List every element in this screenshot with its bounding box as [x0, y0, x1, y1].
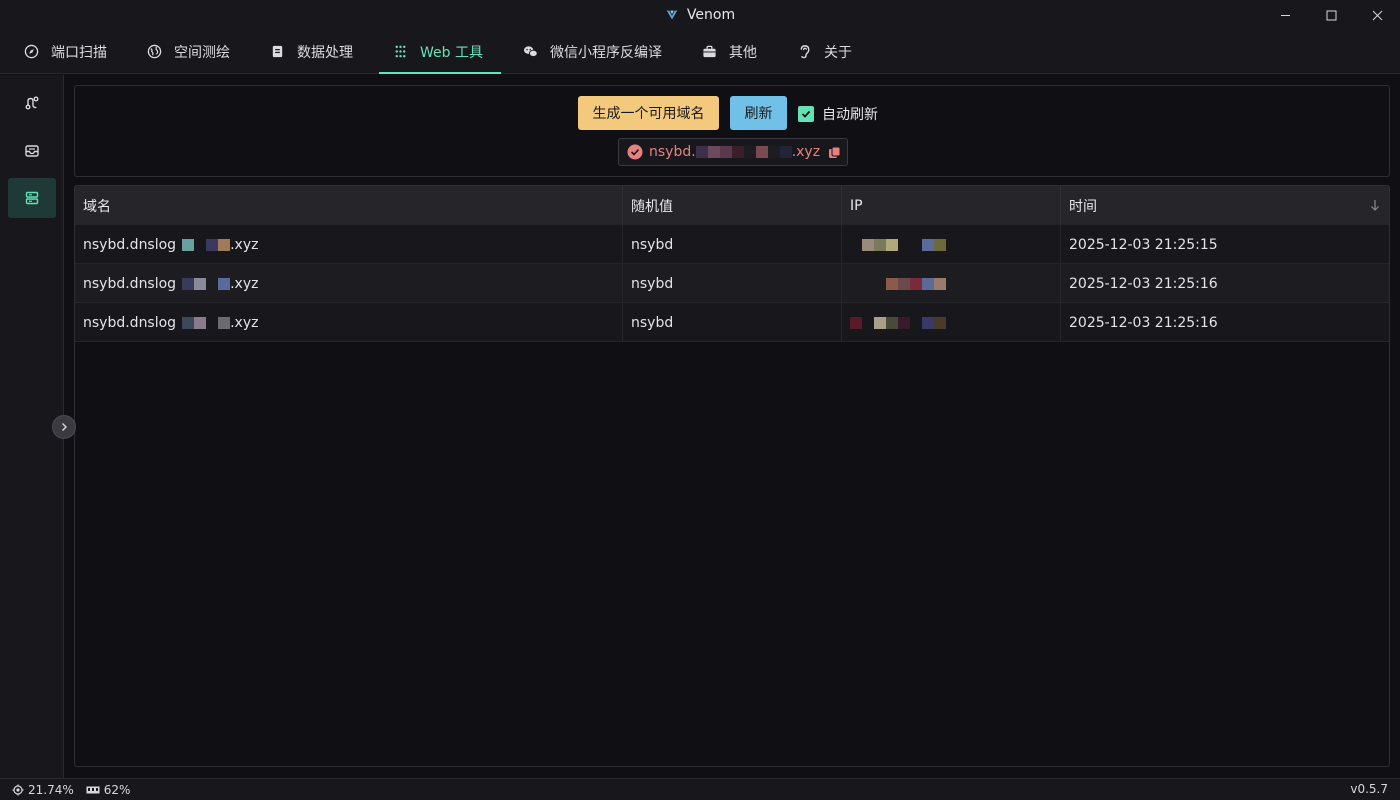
cell-random: nsybd: [623, 303, 842, 342]
menu-item-label: 端口扫描: [51, 44, 107, 61]
cell-domain: nsybd.dnslog .xyz: [75, 303, 623, 342]
memory-usage-value: 62%: [103, 782, 131, 797]
cell-domain: nsybd.dnslog .xyz: [75, 225, 623, 264]
current-domain-tag: nsybd. .xyz: [618, 138, 848, 166]
redacted-value: [695, 146, 792, 158]
redacted-value: [886, 277, 946, 290]
table-body: nsybd.dnslog .xyz nsybd 2025-12-03 21:25…: [75, 225, 1389, 342]
column-header-time-label: 时间: [1069, 198, 1097, 215]
table-row[interactable]: nsybd.dnslog .xyz nsybd 2025-12-03 21:25…: [75, 303, 1389, 342]
domain-prefix: nsybd.dnslog: [83, 314, 177, 331]
menu-item-about[interactable]: 关于: [783, 30, 870, 73]
cell-time: 2025-12-03 21:25:16: [1069, 314, 1218, 331]
grid-dots-icon: [395, 45, 406, 58]
close-button[interactable]: [1354, 0, 1400, 30]
auto-refresh-checkbox[interactable]: [798, 106, 814, 122]
compass-icon: [24, 44, 39, 59]
cell-domain: nsybd.dnslog .xyz: [75, 264, 623, 303]
menu-item-space-mapping[interactable]: 空间测绘: [133, 30, 248, 73]
column-header-random[interactable]: 随机值: [623, 186, 842, 225]
close-icon: [1372, 10, 1382, 20]
venom-logo-icon: [666, 10, 678, 20]
sidebar-item-server[interactable]: [8, 178, 56, 218]
menu-item-label: Web 工具: [420, 44, 483, 61]
menu-item-data-processing[interactable]: 数据处理: [256, 30, 371, 73]
auto-refresh-label: 自动刷新: [822, 107, 878, 123]
ear-icon: [800, 45, 810, 59]
redacted-value: [182, 238, 231, 251]
cpu-usage-value: 21.74%: [28, 782, 74, 797]
domain-suffix: .xyz: [230, 275, 259, 292]
briefcase-icon: [703, 45, 716, 58]
domain-suffix: .xyz: [230, 314, 259, 331]
wechat-icon: [523, 46, 538, 58]
cell-time: 2025-12-03 21:25:15: [1069, 236, 1218, 253]
check-circle-icon: [627, 144, 643, 160]
current-domain-suffix: .xyz: [791, 144, 821, 160]
sort-descending-icon[interactable]: [1369, 199, 1381, 211]
auto-refresh-toggle[interactable]: 自动刷新: [798, 104, 878, 124]
menu-item-label: 关于: [823, 44, 852, 61]
route-icon: [25, 96, 39, 110]
column-header-domain[interactable]: 域名: [75, 186, 623, 225]
column-header-ip[interactable]: IP: [842, 186, 1061, 225]
dnslog-records-table: 域名 随机值 IP 时间 nsybd.dnslog .xyz nsybd 202…: [74, 185, 1390, 767]
checkmark-icon: [801, 110, 811, 118]
minimize-icon: [1280, 14, 1290, 16]
table-header: 域名 随机值 IP 时间: [75, 186, 1389, 225]
redacted-value: [182, 277, 231, 290]
domain-prefix: nsybd.dnslog: [83, 236, 177, 253]
copy-icon[interactable]: [828, 146, 841, 159]
menu-item-label: 微信小程序反编译: [549, 44, 662, 61]
window-controls: [1262, 0, 1400, 30]
table-row[interactable]: nsybd.dnslog .xyz nsybd 2025-12-03 21:25…: [75, 225, 1389, 264]
menu-item-label: 空间测绘: [174, 44, 230, 61]
dnslog-control-panel: 生成一个可用域名 刷新 自动刷新 nsybd. .xyz: [74, 85, 1390, 177]
menu-item-wechat-decompile[interactable]: 微信小程序反编译: [509, 30, 680, 73]
cpu-icon: [12, 784, 24, 795]
memory-icon: [86, 786, 100, 793]
cell-random: nsybd: [623, 264, 842, 303]
globe-icon: [147, 44, 162, 59]
cell-random: nsybd: [623, 225, 842, 264]
redacted-value: [182, 316, 231, 329]
sidebar-item-route[interactable]: [8, 83, 56, 123]
domain-suffix: .xyz: [230, 236, 259, 253]
refresh-button[interactable]: 刷新: [730, 96, 787, 130]
menu-item-web-tools[interactable]: Web 工具: [379, 30, 501, 74]
cell-ip: [842, 225, 1061, 264]
minimize-button[interactable]: [1262, 0, 1308, 30]
window-title-group: Venom: [665, 7, 735, 23]
current-domain-prefix: nsybd.: [649, 144, 696, 160]
chevron-right-icon: [62, 423, 67, 431]
document-icon: [272, 45, 283, 58]
generate-domain-button[interactable]: 生成一个可用域名: [578, 96, 719, 130]
app-version: v0.5.7: [1350, 782, 1388, 796]
menu-item-port-scan[interactable]: 端口扫描: [10, 30, 125, 73]
title-bar: Venom: [0, 0, 1400, 30]
column-header-time[interactable]: 时间: [1061, 186, 1389, 225]
maximize-icon: [1326, 10, 1336, 20]
menu-item-others[interactable]: 其他: [688, 30, 775, 73]
redacted-value: [850, 316, 946, 329]
table-row[interactable]: nsybd.dnslog .xyz nsybd 2025-12-03 21:25…: [75, 264, 1389, 303]
maximize-button[interactable]: [1308, 0, 1354, 30]
menu-item-label: 数据处理: [297, 44, 353, 61]
sidebar-item-inbox[interactable]: [8, 131, 56, 171]
status-bar: 21.74% 62% v0.5.7: [0, 778, 1400, 800]
cpu-usage: 21.74%: [12, 783, 74, 797]
expand-sidebar-button[interactable]: [52, 415, 76, 439]
cell-ip: [842, 264, 1061, 303]
cell-ip: [842, 303, 1061, 342]
redacted-value: [862, 238, 946, 251]
domain-prefix: nsybd.dnslog: [83, 275, 177, 292]
server-icon: [25, 191, 39, 205]
cell-time: 2025-12-03 21:25:16: [1069, 275, 1218, 292]
window-title: Venom: [686, 7, 736, 23]
main-menu: 端口扫描 空间测绘 数据处理 Web 工具 微信小程序反编译 其他 关于: [0, 30, 1400, 74]
memory-usage: 62%: [86, 782, 131, 797]
inbox-icon: [25, 145, 39, 157]
menu-item-label: 其他: [728, 44, 757, 61]
